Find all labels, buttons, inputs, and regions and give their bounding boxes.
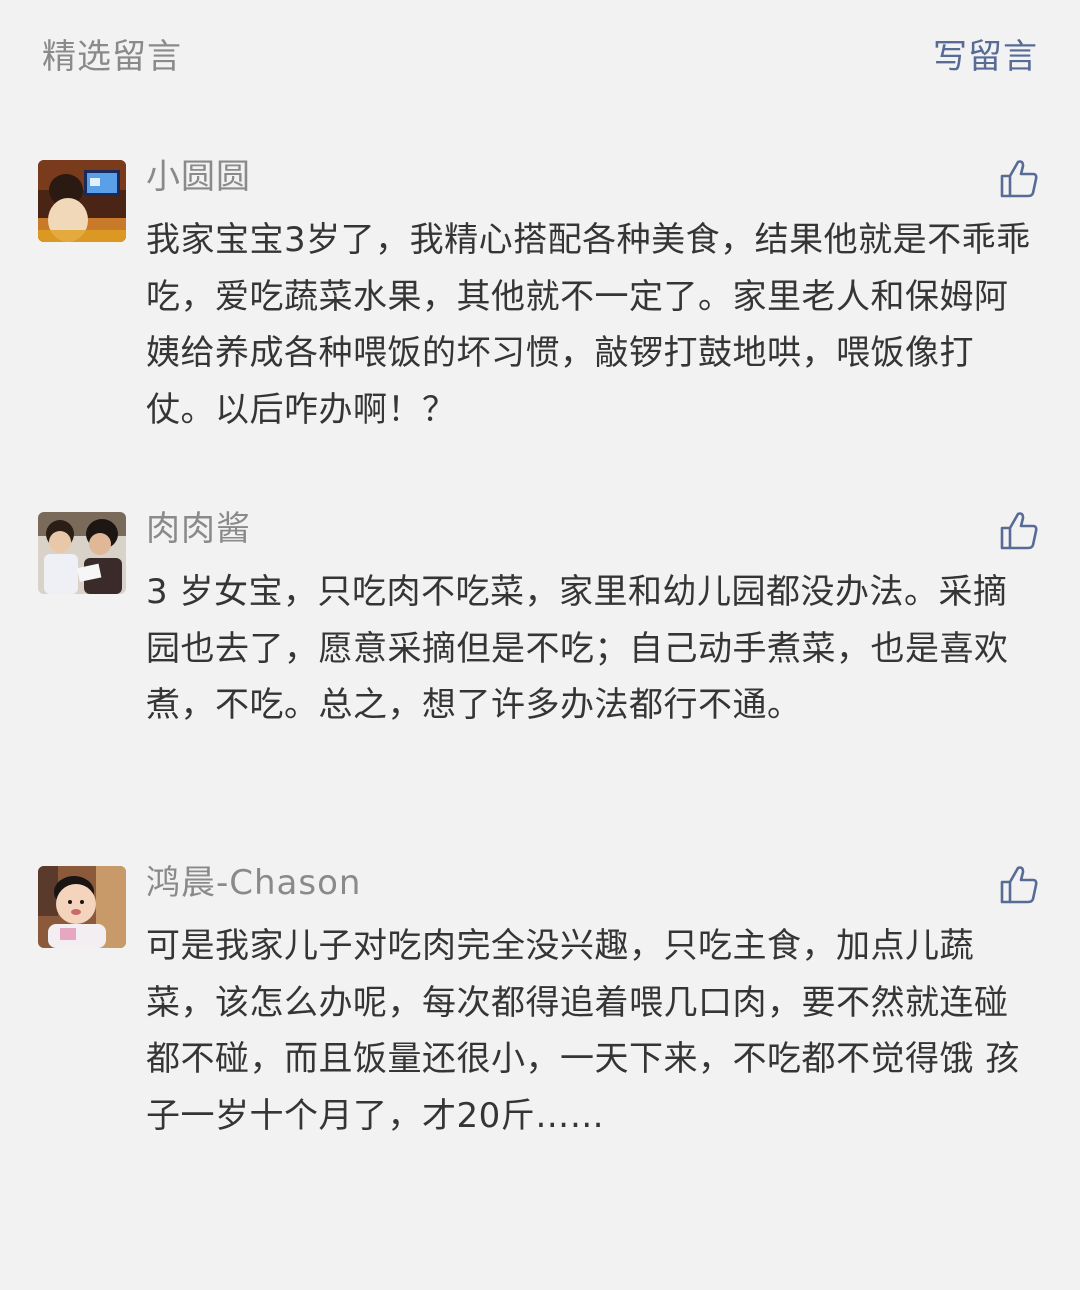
section-title: 精选留言 [42,37,182,77]
nickname: 鸿晨-Chason [146,863,362,903]
like-button[interactable] [996,156,1042,202]
comment-text: 可是我家儿子对吃肉完全没兴趣，只吃主食，加点儿蔬菜，该怎么办呢，每次都得追着喂几… [146,926,1020,1136]
like-button[interactable] [996,508,1042,554]
children-reading-avatar [38,512,126,594]
avatar[interactable] [38,160,126,242]
thumbs-up-icon [1000,512,1038,550]
nickname: 肉肉酱 [146,509,251,549]
comment-text: 3 岁女宝，只吃肉不吃菜，家里和幼儿园都没办法。采摘园也去了，愿意采摘但是不吃；… [146,572,1009,725]
avatar[interactable] [38,512,126,594]
thumbs-up-icon [1000,866,1038,904]
avatar[interactable] [38,866,126,948]
like-button[interactable] [996,862,1042,908]
comment-text: 我家宝宝3岁了，我精心搭配各种美食，结果他就是不乖乖吃，爱吃蔬菜水果，其他就不一… [146,220,1031,430]
write-comment-link[interactable]: 写留言 [933,36,1038,78]
baby-photo-avatar [38,866,126,948]
nickname: 小圆圆 [146,157,251,197]
thumbs-up-icon [1000,160,1038,198]
toddler-watching-tv-avatar [38,160,126,242]
